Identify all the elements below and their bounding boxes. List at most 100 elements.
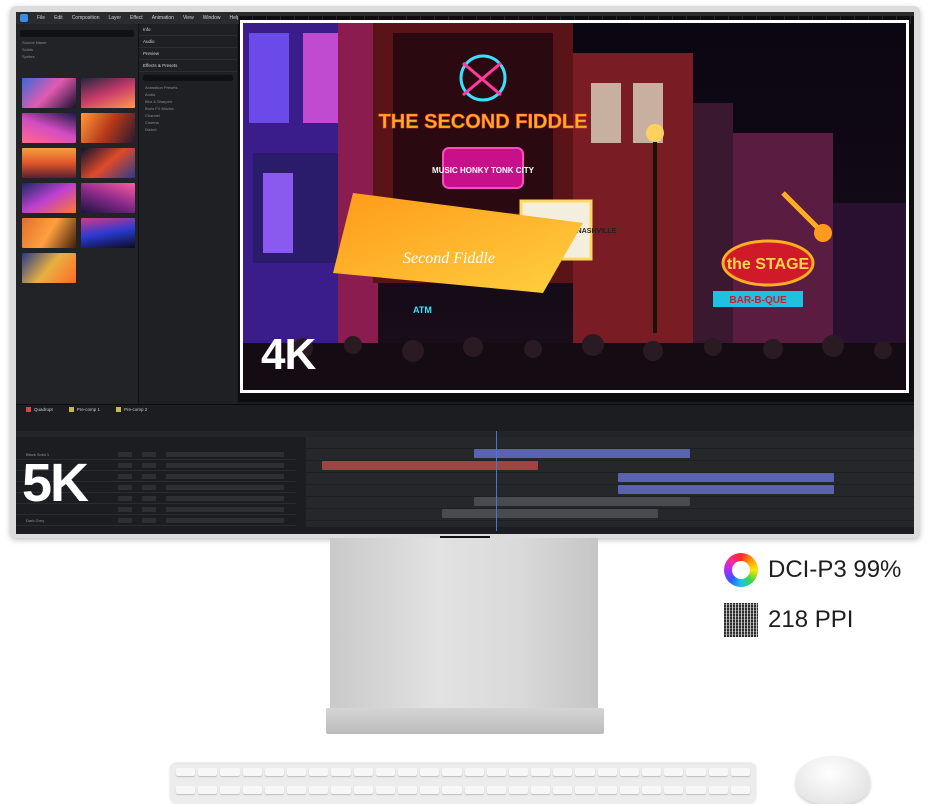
timeline-tab[interactable]: Quadrupt: [26, 407, 53, 412]
trkmat-dropdown[interactable]: [142, 451, 156, 457]
menu-composition[interactable]: Composition: [72, 15, 100, 21]
spec-text: DCI-P3 99%: [768, 556, 902, 583]
clip-bar[interactable]: [618, 473, 834, 482]
nashville-street-scene: THE SECOND FIDDLE MUSIC HONKY TONK CITY …: [243, 23, 906, 390]
menu-animation[interactable]: Animation: [152, 15, 174, 21]
trkmat-dropdown[interactable]: [142, 473, 156, 479]
thumbnail[interactable]: [81, 183, 135, 213]
thumbnail[interactable]: [22, 78, 76, 108]
4k-badge: 4K: [261, 330, 316, 379]
trkmat-dropdown[interactable]: [142, 517, 156, 523]
tab-color-swatch: [68, 407, 74, 412]
thumbnail[interactable]: [22, 183, 76, 213]
timeline-panel: Quadrupt Pre-comp 1 Pre-comp 2 Black Sol…: [16, 404, 914, 534]
timeline-tab-label: Pre-comp 2: [124, 407, 148, 412]
mouse: [796, 756, 870, 804]
menu-file[interactable]: File: [37, 15, 45, 21]
thumbnail[interactable]: [81, 113, 135, 143]
sign-second-fiddle: THE SECOND FIDDLE: [379, 111, 588, 133]
mode-dropdown[interactable]: [118, 517, 132, 523]
trkmat-dropdown[interactable]: [142, 484, 156, 490]
preview-header[interactable]: Preview: [139, 48, 237, 60]
parent-dropdown[interactable]: [166, 517, 284, 523]
monitor-stand: [330, 538, 598, 710]
effects-item[interactable]: Cinema: [139, 119, 237, 126]
timeline-tab[interactable]: Pre-comp 1: [68, 407, 101, 412]
layer-name: Dark Grey: [26, 517, 45, 523]
thumbnail[interactable]: [22, 218, 76, 248]
effects-item[interactable]: Distort: [139, 126, 237, 133]
monitor-screen: File Edit Composition Layer Effect Anima…: [16, 12, 914, 534]
pixel-grid-icon: [724, 603, 758, 637]
project-panel: Source Name Solids Sprites: [16, 24, 139, 404]
thumbnail-grid: [22, 78, 135, 283]
parent-dropdown[interactable]: [166, 484, 284, 490]
effects-item[interactable]: Boris FX Mocha: [139, 105, 237, 112]
project-row[interactable]: Source Name: [16, 39, 138, 46]
tab-color-swatch: [116, 407, 122, 412]
project-row[interactable]: Solids: [16, 46, 138, 53]
effects-item[interactable]: Audio: [139, 91, 237, 98]
audio-header[interactable]: Audio: [139, 36, 237, 48]
5k-badge: 5K: [22, 453, 89, 513]
thumbnail[interactable]: [81, 218, 135, 248]
mode-dropdown[interactable]: [118, 462, 132, 468]
trkmat-dropdown[interactable]: [142, 462, 156, 468]
layer-row[interactable]: Dark Grey: [16, 515, 296, 526]
parent-dropdown[interactable]: [166, 473, 284, 479]
info-header[interactable]: Info: [139, 24, 237, 36]
menu-view[interactable]: View: [183, 15, 194, 21]
project-row[interactable]: Sprites: [16, 53, 138, 60]
clip-bar[interactable]: [442, 509, 658, 518]
menu-window[interactable]: Window: [203, 15, 221, 21]
timeline-tracks[interactable]: [306, 437, 914, 527]
effects-item[interactable]: Animation Presets: [139, 84, 237, 91]
spec-color-gamut: DCI-P3 99%: [724, 553, 901, 587]
parent-dropdown[interactable]: [166, 462, 284, 468]
timeline-tab[interactable]: Pre-comp 2: [116, 407, 147, 412]
mode-dropdown[interactable]: [118, 506, 132, 512]
trkmat-dropdown[interactable]: [142, 506, 156, 512]
effects-item[interactable]: Channel: [139, 112, 237, 119]
color-gamut-ring-icon: [724, 553, 758, 587]
keyboard: [170, 764, 756, 804]
effects-item[interactable]: Blur & Sharpen: [139, 98, 237, 105]
menu-effect[interactable]: Effect: [130, 15, 143, 21]
sign-awning: Second Fiddle: [403, 250, 495, 267]
effects-search-input[interactable]: [143, 75, 233, 81]
sign-stage: the STAGE: [727, 256, 810, 273]
spec-ppi: 218 PPI: [724, 603, 853, 637]
sign-atm: ATM: [413, 305, 432, 315]
thumbnail[interactable]: [22, 253, 76, 283]
clip-bar[interactable]: [474, 497, 690, 506]
menu-edit[interactable]: Edit: [54, 15, 63, 21]
timeline-tabs: Quadrupt Pre-comp 1 Pre-comp 2: [26, 407, 147, 412]
timeline-tab-label: Pre-comp 1: [76, 407, 101, 412]
mode-dropdown[interactable]: [118, 484, 132, 490]
project-search-input[interactable]: [20, 30, 134, 37]
mode-dropdown[interactable]: [118, 495, 132, 501]
monitor-base: [326, 708, 604, 734]
parent-dropdown[interactable]: [166, 451, 284, 457]
mode-dropdown[interactable]: [118, 451, 132, 457]
thumbnail[interactable]: [22, 148, 76, 178]
clip-bar[interactable]: [474, 449, 690, 458]
effects-presets-header[interactable]: Effects & Presets: [139, 60, 237, 72]
thumbnail[interactable]: [22, 113, 76, 143]
mode-dropdown[interactable]: [118, 473, 132, 479]
app-logo-icon: [20, 14, 28, 22]
timeline-tab-label: Quadrupt: [34, 407, 53, 412]
menu-layer[interactable]: Layer: [108, 15, 121, 21]
sign-honky-tonk: MUSIC HONKY TONK CITY: [432, 166, 535, 175]
parent-dropdown[interactable]: [166, 495, 284, 501]
4k-preview-frame: THE SECOND FIDDLE MUSIC HONKY TONK CITY …: [240, 20, 909, 393]
spec-text: 218 PPI: [768, 606, 854, 633]
current-time-indicator[interactable]: [496, 431, 497, 531]
thumbnail[interactable]: [81, 148, 135, 178]
thumbnail[interactable]: [81, 78, 135, 108]
clip-bar[interactable]: [322, 461, 538, 470]
parent-dropdown[interactable]: [166, 506, 284, 512]
clip-bar[interactable]: [618, 485, 834, 494]
trkmat-dropdown[interactable]: [142, 495, 156, 501]
sign-bbq: BAR-B-QUE: [729, 295, 787, 306]
